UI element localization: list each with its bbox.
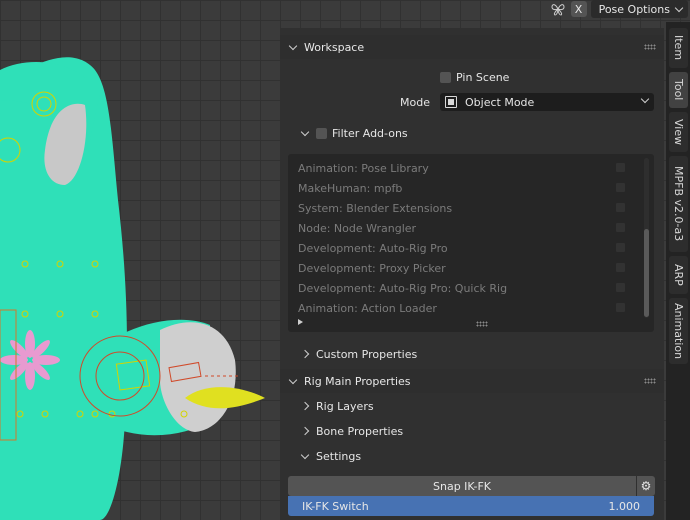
chevron-right-icon [300,426,310,436]
list-item[interactable]: MakeHuman: mpfb [298,178,638,198]
addon-checkbox[interactable] [616,203,625,212]
filter-addons-label: Filter Add-ons [332,126,408,140]
addon-scrollbar-thumb[interactable] [644,229,649,317]
tab-label: Item [672,35,685,61]
tab-label: ARP [672,264,685,286]
tab-arp[interactable]: ARP [669,256,688,294]
workspace-title: Workspace [304,40,365,54]
ikfk-switch-value: 1.000 [608,499,641,513]
addon-label: Node: Node Wrangler [298,221,417,235]
mode-label: Mode [400,95,430,109]
addon-checkbox[interactable] [616,223,625,232]
addon-label: MakeHuman: mpfb [298,181,403,195]
bone-properties-row[interactable]: Bone Properties [300,420,404,442]
addon-label: Development: Proxy Picker [298,261,446,275]
addon-label: Development: Auto-Rig Pro: Quick Rig [298,281,508,295]
list-resize-handle-icon[interactable] [476,321,488,327]
pose-options-label: Pose Options [598,2,670,16]
close-button[interactable]: X [570,1,587,17]
tab-label: Animation [672,302,685,360]
list-item[interactable]: Development: Auto-Rig Pro [298,238,638,258]
list-item[interactable]: Development: Proxy Picker [298,258,638,278]
snap-settings-button[interactable]: ⚙ [636,476,655,496]
header-right: X Pose Options [549,0,690,18]
settings-row[interactable]: Settings [300,445,362,467]
chevron-right-icon [300,349,310,359]
settings-label: Settings [316,449,362,463]
mode-dropdown[interactable]: Object Mode [440,93,654,111]
rig-main-properties-title: Rig Main Properties [304,374,411,388]
addon-checkbox[interactable] [616,163,625,172]
tab-mpfb[interactable]: MPFB v2.0-a3 [669,156,688,252]
addon-label: Development: Auto-Rig Pro [298,241,448,255]
snap-ikfk-button[interactable]: Snap IK-FK [288,476,636,496]
addon-checkbox[interactable] [616,283,625,292]
tab-tool[interactable]: Tool [669,72,688,108]
mode-value: Object Mode [465,95,535,109]
pose-options-dropdown[interactable]: Pose Options [590,0,688,18]
butterfly-icon[interactable] [549,0,567,18]
drag-handle-icon[interactable] [644,378,656,384]
list-item[interactable]: System: Blender Extensions [298,198,638,218]
pin-scene-checkbox[interactable] [440,71,451,83]
addon-label: Animation: Pose Library [298,161,429,175]
pin-scene-row[interactable]: Pin Scene [440,66,509,88]
sidebar-panel: Workspace Pin Scene Mode Object Mode Fil… [280,28,664,520]
rig-layers-row[interactable]: Rig Layers [300,395,374,417]
chevron-down-icon [640,94,650,104]
tab-label: View [672,118,685,146]
tab-item[interactable]: Item [669,28,688,68]
bone-properties-label: Bone Properties [316,424,404,438]
addon-label: System: Blender Extensions [298,201,453,215]
tab-label: Tool [672,79,685,101]
addon-checkbox[interactable] [616,243,625,252]
filter-addons-checkbox[interactable] [316,127,327,139]
chevron-down-icon [288,375,298,384]
rig-layers-label: Rig Layers [316,399,374,413]
pin-scene-label: Pin Scene [456,70,510,84]
addon-label: Animation: Action Loader [298,301,437,315]
tab-view[interactable]: View [669,112,688,152]
sidebar-tab-strip: Item Tool View MPFB v2.0-a3 ARP Animatio… [666,22,690,520]
chevron-down-icon [288,41,298,50]
chevron-right-icon [300,401,310,411]
addon-list[interactable]: Animation: Pose Library MakeHuman: mpfb … [288,154,654,332]
chevron-down-icon [300,127,310,136]
tab-label: MPFB v2.0-a3 [672,166,685,242]
drag-handle-icon[interactable] [644,44,656,50]
rig-main-properties-header[interactable]: Rig Main Properties [280,369,664,393]
addon-checkbox[interactable] [616,303,625,312]
expand-triangle-icon[interactable] [298,319,303,325]
custom-properties-row[interactable]: Custom Properties [300,343,418,365]
chevron-down-icon [300,450,310,459]
list-item[interactable]: Development: Auto-Rig Pro: Quick Rig [298,278,638,298]
filter-addons-row[interactable]: Filter Add-ons [300,122,408,144]
object-mode-icon [445,96,457,108]
gear-icon: ⚙ [640,479,652,493]
tab-animation[interactable]: Animation [669,298,688,364]
chevron-down-icon [674,3,684,12]
addon-checkbox[interactable] [616,263,625,272]
workspace-header[interactable]: Workspace [280,35,664,59]
ikfk-switch-label: IK-FK Switch [302,499,369,513]
list-item[interactable]: Animation: Action Loader [298,298,638,318]
addon-checkbox[interactable] [616,183,625,192]
list-item[interactable]: Animation: Pose Library [298,158,638,178]
list-item[interactable]: Node: Node Wrangler [298,218,638,238]
ikfk-switch-slider[interactable]: IK-FK Switch 1.000 [288,496,654,516]
custom-properties-label: Custom Properties [316,347,418,361]
